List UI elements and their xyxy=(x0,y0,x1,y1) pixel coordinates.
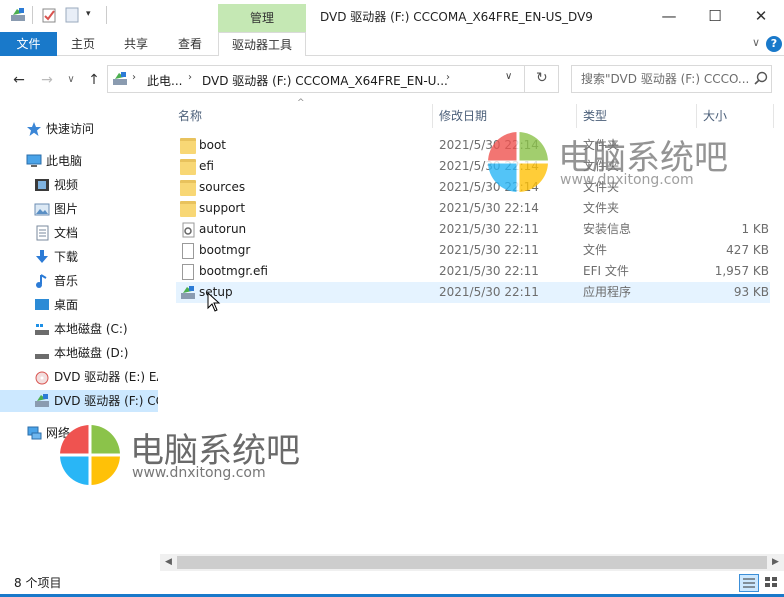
sidebar-item-documents[interactable]: 文档 xyxy=(0,222,158,244)
column-divider[interactable] xyxy=(576,104,577,128)
watermark-logo-icon xyxy=(58,423,122,487)
column-header-size[interactable]: 大小 xyxy=(703,104,727,128)
sidebar-item-this-pc[interactable]: 此电脑 xyxy=(0,150,158,172)
dvd-setup-icon xyxy=(34,393,50,409)
video-icon xyxy=(34,177,50,193)
navigation-pane: 快速访问 此电脑 视频 图片 文档 下载 音乐 桌面 本地磁盘 (C:) 本地磁… xyxy=(0,104,158,567)
column-divider[interactable] xyxy=(432,104,433,128)
column-header-date[interactable]: 修改日期 xyxy=(439,104,487,128)
sidebar-item-pictures[interactable]: 图片 xyxy=(0,198,158,220)
list-item[interactable]: autorun 2021/5/30 22:11 安装信息 1 KB xyxy=(176,219,770,240)
expand-ribbon-icon[interactable]: ∨ xyxy=(752,36,760,49)
settings-file-icon xyxy=(180,222,196,238)
column-header-type[interactable]: 类型 xyxy=(583,104,607,128)
close-button[interactable]: ✕ xyxy=(738,0,784,32)
sidebar-item-drive-f[interactable]: DVD 驱动器 (F:) CC xyxy=(0,390,158,412)
tab-file[interactable]: 文件 xyxy=(0,32,57,56)
tab-drive-tools[interactable]: 驱动器工具 xyxy=(218,32,306,56)
music-icon xyxy=(34,273,50,289)
breadcrumb-separator-icon: › xyxy=(188,72,192,83)
sort-indicator-icon: ^ xyxy=(297,98,305,108)
window-title: DVD 驱动器 (F:) CCCOMA_X64FRE_EN-US_DV9 xyxy=(320,10,593,24)
breadcrumb-this-pc[interactable]: 此电... xyxy=(147,72,182,89)
sidebar-item-drive-c[interactable]: 本地磁盘 (C:) xyxy=(0,318,158,340)
drive-setup-icon[interactable] xyxy=(10,7,26,23)
recent-locations-button[interactable]: ∨ xyxy=(61,70,81,90)
forward-button[interactable]: → xyxy=(37,70,57,90)
address-dropdown-icon[interactable]: ∨ xyxy=(505,71,512,82)
title-bar: ▾ 管理 DVD 驱动器 (F:) CCCOMA_X64FRE_EN-US_DV… xyxy=(0,0,784,32)
list-item[interactable]: bootmgr.efi 2021/5/30 22:11 EFI 文件 1,957… xyxy=(176,261,770,282)
sidebar-item-desktop[interactable]: 桌面 xyxy=(0,294,158,316)
minimize-button[interactable]: — xyxy=(646,0,692,32)
sidebar-item-music[interactable]: 音乐 xyxy=(0,270,158,292)
list-item[interactable]: bootmgr 2021/5/30 22:11 文件 427 KB xyxy=(176,240,770,261)
details-view-icon[interactable] xyxy=(739,574,759,592)
sidebar-item-downloads[interactable]: 下载 xyxy=(0,246,158,268)
tab-view[interactable]: 查看 xyxy=(163,32,217,56)
file-icon xyxy=(182,243,194,259)
desktop-icon xyxy=(34,297,50,313)
watermark: 电脑系统吧 www.dnxitong.com xyxy=(486,130,776,200)
network-icon xyxy=(26,425,42,441)
document-icon xyxy=(34,225,50,241)
toolbar-divider xyxy=(106,6,107,24)
maximize-button[interactable]: ☐ xyxy=(692,0,738,32)
list-item[interactable]: support 2021/5/30 22:14 文件夹 xyxy=(176,198,770,219)
drive-icon xyxy=(34,345,50,361)
column-divider[interactable] xyxy=(773,104,774,128)
tab-share[interactable]: 共享 xyxy=(109,32,163,56)
column-divider[interactable] xyxy=(696,104,697,128)
computer-icon xyxy=(26,153,42,169)
column-header-name[interactable]: 名称 xyxy=(178,104,202,128)
quick-access-dropdown-icon[interactable]: ▾ xyxy=(86,9,102,25)
watermark-url: www.dnxitong.com xyxy=(132,465,266,481)
address-bar[interactable]: › 此电... › DVD 驱动器 (F:) CCCOMA_X64FRE_EN-… xyxy=(107,65,559,93)
toolbar-divider xyxy=(32,6,33,24)
folder-icon xyxy=(180,159,196,175)
breadcrumb-current[interactable]: DVD 驱动器 (F:) CCCOMA_X64FRE_EN-U... xyxy=(202,72,448,89)
sidebar-item-drive-d[interactable]: 本地磁盘 (D:) xyxy=(0,342,158,364)
drive-icon xyxy=(34,321,50,337)
scrollbar-thumb[interactable] xyxy=(177,556,767,569)
file-icon xyxy=(182,264,194,280)
refresh-button[interactable]: ↻ xyxy=(536,70,548,86)
picture-icon xyxy=(34,201,50,217)
back-button[interactable]: ← xyxy=(9,70,29,90)
tab-home[interactable]: 主页 xyxy=(57,32,109,56)
up-button[interactable]: ↑ xyxy=(84,70,104,90)
search-input[interactable]: 搜索"DVD 驱动器 (F:) CCCO... xyxy=(571,65,772,93)
watermark: 电脑系统吧 www.dnxitong.com xyxy=(58,423,348,493)
breadcrumb-separator-icon: › xyxy=(446,72,450,83)
search-icon xyxy=(754,71,768,88)
sidebar-item-drive-e[interactable]: DVD 驱动器 (E:) EA xyxy=(0,366,158,388)
watermark-url: www.dnxitong.com xyxy=(560,172,694,188)
folder-icon xyxy=(180,201,196,217)
tab-manage[interactable]: 管理 xyxy=(218,4,306,32)
help-icon[interactable]: ? xyxy=(766,36,782,52)
scroll-right-icon[interactable]: ▶ xyxy=(767,554,784,571)
new-folder-icon[interactable] xyxy=(64,7,80,23)
sidebar-item-quick-access[interactable]: 快速访问 xyxy=(0,118,158,140)
dvd-icon xyxy=(34,369,50,385)
large-icons-view-icon[interactable] xyxy=(762,574,782,592)
sidebar-item-videos[interactable]: 视频 xyxy=(0,174,158,196)
scroll-left-icon[interactable]: ◀ xyxy=(160,554,177,571)
ribbon-tabs: 文件 主页 共享 查看 驱动器工具 ∨ ? xyxy=(0,32,784,56)
breadcrumb-separator-icon: › xyxy=(132,72,136,83)
mouse-cursor-icon xyxy=(207,292,221,312)
download-icon xyxy=(34,249,50,265)
star-icon xyxy=(26,121,42,137)
item-count: 8 个项目 xyxy=(14,576,62,590)
watermark-logo-icon xyxy=(486,130,550,194)
address-divider xyxy=(524,66,525,92)
properties-icon[interactable] xyxy=(41,7,57,23)
folder-icon xyxy=(180,180,196,196)
horizontal-scrollbar[interactable]: ◀ ▶ xyxy=(160,554,784,571)
setup-icon xyxy=(180,285,196,301)
dvd-setup-icon xyxy=(112,71,128,90)
folder-icon xyxy=(180,138,196,154)
list-item[interactable]: setup 2021/5/30 22:11 应用程序 93 KB xyxy=(176,282,770,303)
